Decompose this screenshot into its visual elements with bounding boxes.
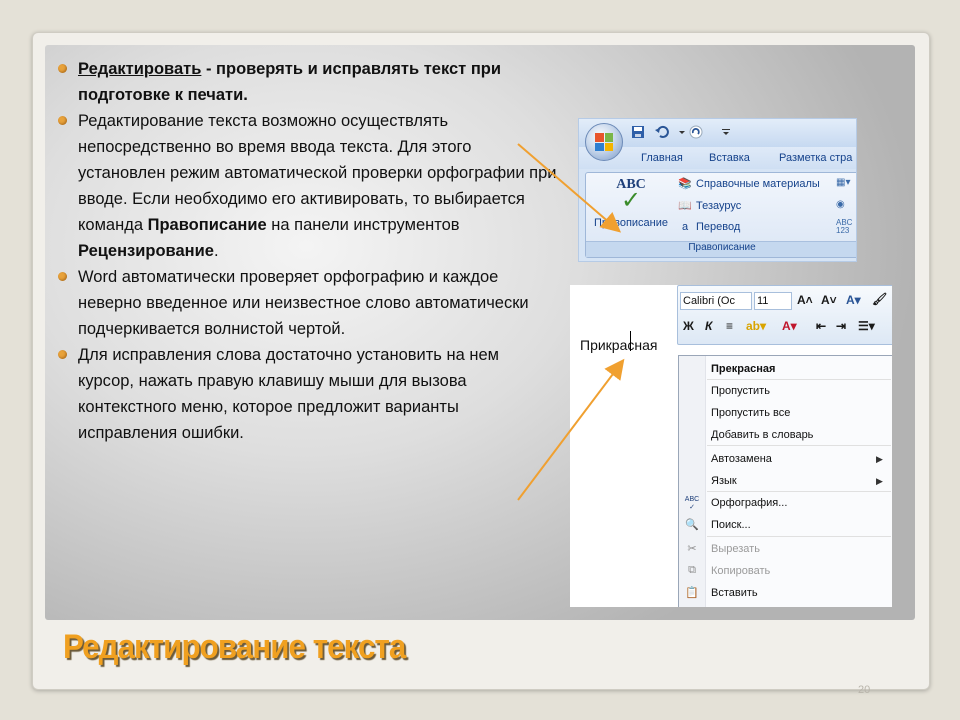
- font-name-field[interactable]: Calibri (Ос: [680, 292, 752, 310]
- menu-item-ignore[interactable]: Пропустить: [711, 385, 770, 397]
- translate-button[interactable]: a Перевод: [678, 221, 740, 241]
- menu-separator: [707, 445, 891, 446]
- menu-item-autocorrect[interactable]: Автозамена: [711, 453, 772, 465]
- research-button[interactable]: 📚 Справочные материалы: [678, 177, 820, 197]
- font-color-icon[interactable]: A▾: [782, 319, 797, 333]
- menu-item-lookup[interactable]: Поиск...: [711, 519, 751, 531]
- lookup-icon: 🔍: [685, 519, 699, 531]
- bullet-item: Для исправления слова достаточно установ…: [58, 342, 558, 446]
- ribbon-screenshot: Главная Вставка Разметка стра ABC ✓ Прав…: [578, 118, 857, 262]
- bullet-text: Word автоматически проверяет орфографию …: [78, 268, 529, 338]
- menu-separator: [707, 379, 891, 380]
- menu-item-add-to-dictionary[interactable]: Добавить в словарь: [711, 429, 813, 441]
- grow-font-icon[interactable]: A˄: [797, 293, 813, 307]
- bullet-dot-icon: [58, 64, 67, 73]
- context-menu-screenshot: Calibri (Ос 11 A˄ A˅ A▾ 🖌 Ж К ≡ ab▾ A▾ ⇤…: [570, 285, 892, 607]
- menu-item-cut[interactable]: Вырезать: [711, 543, 760, 555]
- bullet-item: Редактировать - проверять и исправлять т…: [58, 56, 558, 108]
- office-logo-icon: [595, 133, 613, 151]
- format-painter-icon[interactable]: 🖌: [872, 292, 887, 306]
- bullets-icon[interactable]: ☰▾: [858, 319, 875, 333]
- menu-item-suggestion[interactable]: Прекрасная: [711, 363, 775, 375]
- checkmark-icon: ✓: [620, 187, 642, 214]
- research-label: Справочные материалы: [696, 178, 820, 190]
- group-label: Правописание: [586, 241, 856, 257]
- tab-page-layout[interactable]: Разметка стра: [779, 152, 852, 164]
- word-count-icon[interactable]: ABC 123: [836, 219, 852, 235]
- shrink-font-icon[interactable]: A˅: [821, 293, 837, 307]
- thesaurus-label: Тезаурус: [696, 200, 742, 212]
- bullet-dot-icon: [58, 350, 67, 359]
- page-number: 20: [858, 684, 871, 696]
- thesaurus-icon: 📖: [678, 200, 692, 212]
- italic-icon[interactable]: К: [705, 319, 712, 333]
- menu-item-copy[interactable]: Копировать: [711, 565, 770, 577]
- term-edit: Редактировать: [78, 60, 202, 78]
- bullet-text: .: [213, 242, 219, 260]
- slide-title: Редактирование текста: [63, 628, 406, 666]
- copy-icon: ⧉: [688, 564, 696, 576]
- bold-icon[interactable]: Ж: [683, 319, 694, 333]
- tab-insert[interactable]: Вставка: [709, 152, 750, 164]
- mini-toolbar: Calibri (Ос 11 A˄ A˅ A▾ 🖌 Ж К ≡ ab▾ A▾ ⇤…: [677, 285, 892, 345]
- spelling-icon: ABC ✓: [684, 496, 700, 511]
- highlight-icon[interactable]: ab▾: [746, 319, 766, 333]
- undo-icon[interactable]: [655, 125, 669, 139]
- menu-item-spelling[interactable]: Орфография...: [711, 497, 787, 509]
- text-cursor: [630, 331, 631, 351]
- bullet-text: на панели инструментов: [266, 216, 460, 234]
- tab-home[interactable]: Главная: [641, 152, 683, 164]
- customize-qat-icon[interactable]: [719, 125, 733, 139]
- context-menu: Прекрасная Пропустить Пропустить все Доб…: [678, 355, 892, 607]
- bullet-item: Редактирование текста возможно осуществл…: [58, 108, 558, 264]
- bullet-dot-icon: [58, 116, 67, 125]
- redo-icon[interactable]: [689, 125, 703, 139]
- cut-icon: ✂: [687, 543, 697, 555]
- research-icon: 📚: [678, 178, 692, 190]
- panel-name: Рецензирование: [78, 242, 214, 260]
- translate-label: Перевод: [696, 221, 741, 233]
- office-button[interactable]: [585, 123, 623, 161]
- submenu-arrow-icon: ▶: [876, 454, 883, 464]
- spelling-button[interactable]: ABC ✓ Правописание: [588, 175, 674, 239]
- spelling-group: ABC ✓ Правописание 📚 Справочные материалы…: [585, 172, 856, 258]
- bullet-item: Word автоматически проверяет орфографию …: [58, 264, 558, 342]
- styles-icon[interactable]: A▾: [846, 293, 861, 307]
- decrease-indent-icon[interactable]: ⇤: [816, 319, 826, 333]
- increase-indent-icon[interactable]: ⇥: [836, 319, 846, 333]
- bullet-text: Для исправления слова достаточно установ…: [78, 346, 499, 442]
- bullet-list: Редактировать - проверять и исправлять т…: [58, 56, 558, 446]
- spelling-button-label: Правописание: [593, 217, 669, 229]
- font-size-field[interactable]: 11: [754, 292, 792, 310]
- menu-item-language[interactable]: Язык: [711, 475, 737, 487]
- dropdown-icon[interactable]: [675, 125, 689, 139]
- paste-icon: 📋: [685, 587, 699, 599]
- center-align-icon[interactable]: ≡: [726, 319, 733, 333]
- menu-separator: [707, 536, 891, 537]
- thesaurus-button[interactable]: 📖 Тезаурус: [678, 199, 741, 219]
- menu-item-ignore-all[interactable]: Пропустить все: [711, 407, 790, 419]
- bullet-dot-icon: [58, 272, 67, 281]
- translate-icon: a: [681, 221, 689, 233]
- submenu-arrow-icon: ▶: [876, 476, 883, 486]
- menu-separator: [707, 491, 891, 492]
- save-icon[interactable]: [631, 125, 645, 139]
- set-language-icon[interactable]: ◉: [836, 199, 845, 210]
- language-icon[interactable]: ▦▾: [836, 177, 850, 188]
- command-name: Правописание: [147, 216, 267, 234]
- misspelled-word[interactable]: Прикрасная: [580, 337, 657, 353]
- menu-item-paste[interactable]: Вставить: [711, 587, 758, 599]
